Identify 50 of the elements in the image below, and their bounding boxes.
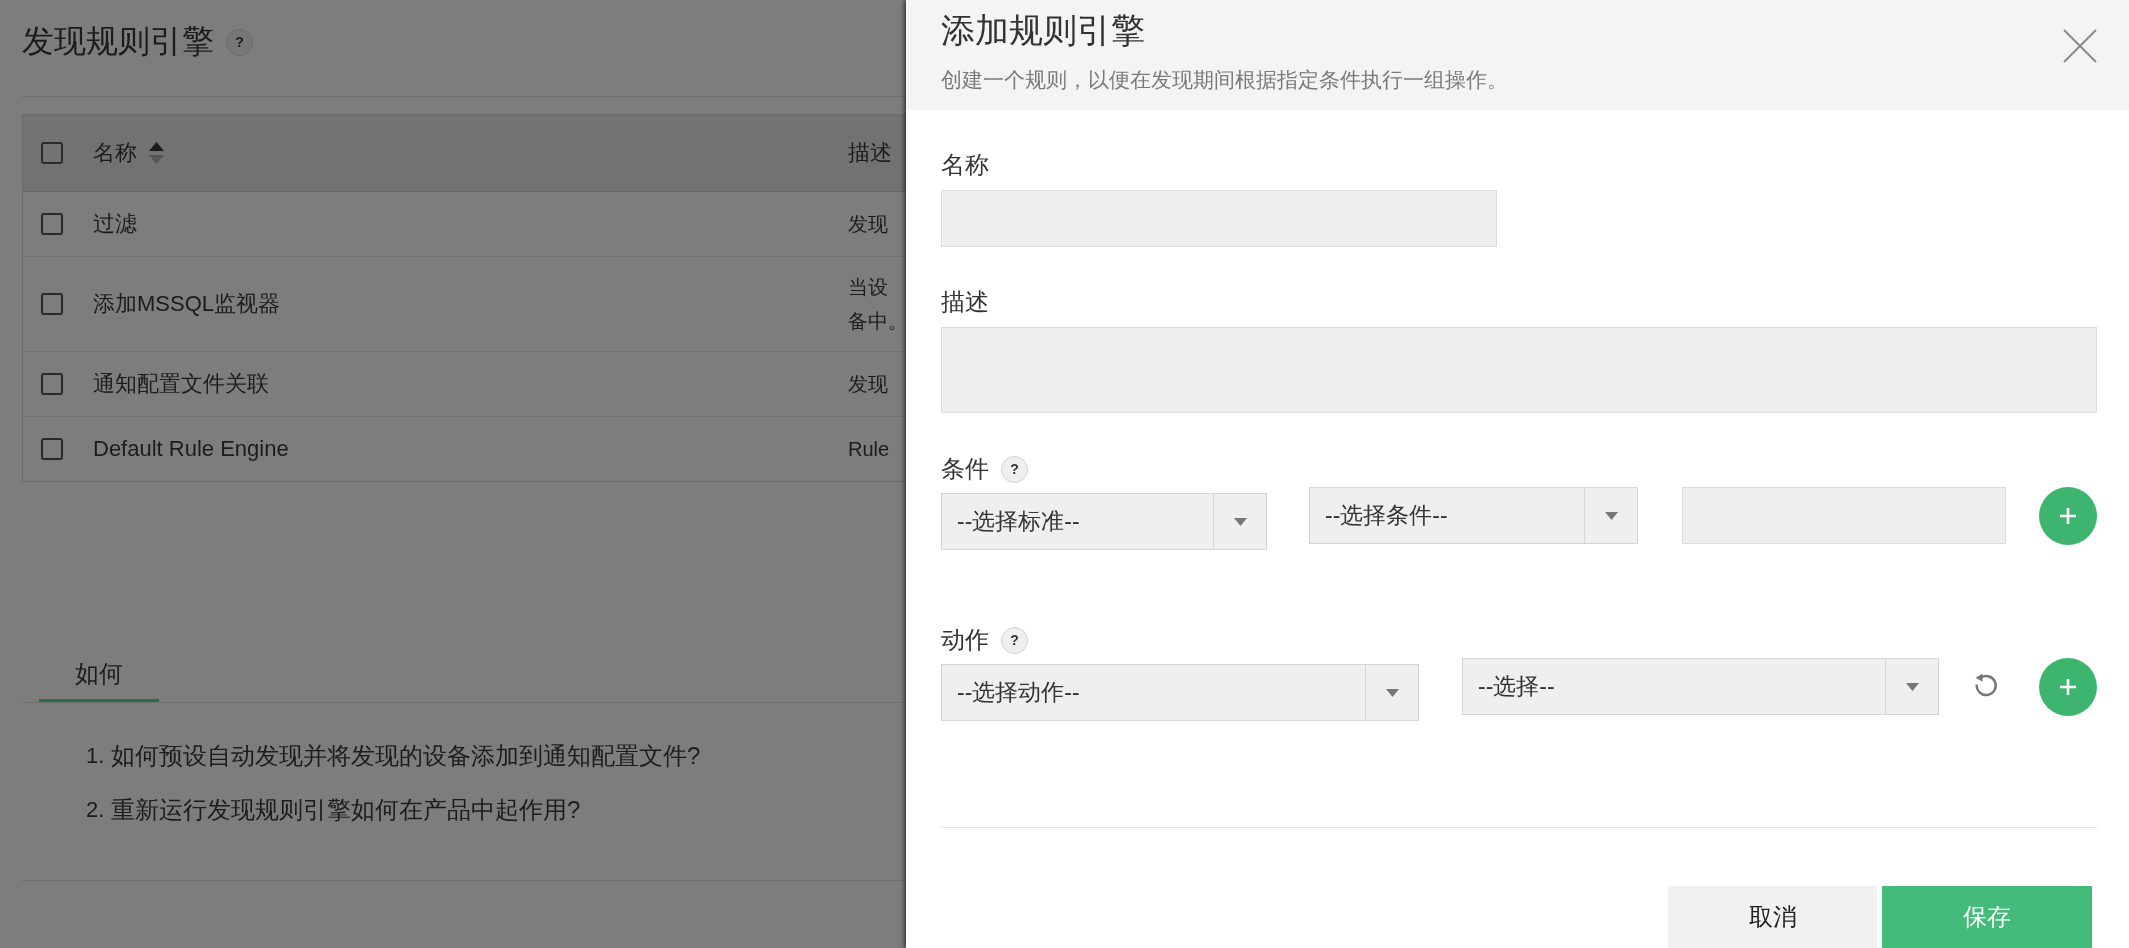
help-button[interactable]: ?: [1001, 626, 1028, 654]
dropdown[interactable]: --选择--: [1462, 658, 1939, 715]
list-number: 1.: [86, 742, 106, 770]
section-label: 条件: [941, 454, 989, 484]
caret-icon: [1385, 688, 1399, 697]
value-input[interactable]: [1682, 487, 2006, 544]
circular-arrow-icon: [1973, 673, 1999, 699]
field-label: 描述: [941, 287, 989, 317]
page-title: 发现规则引擎: [22, 22, 214, 61]
dropdown[interactable]: --选择动作--: [941, 664, 1419, 721]
textarea-field[interactable]: [941, 327, 2097, 413]
help-button[interactable]: ?: [1001, 455, 1028, 483]
table-cell-text: 过滤: [93, 210, 137, 238]
panel-title: 添加规则引擎: [941, 10, 1145, 51]
add-button[interactable]: [2039, 658, 2097, 716]
help-link[interactable]: 重新运行发现规则引擎如何在产品中起作用?: [111, 793, 581, 827]
cancel-button[interactable]: 取消: [1668, 886, 1877, 948]
checkbox[interactable]: [41, 213, 63, 235]
plus-icon: [2059, 678, 2077, 696]
add-button[interactable]: [2039, 487, 2097, 545]
dropdown[interactable]: --选择条件--: [1309, 487, 1638, 544]
checkbox[interactable]: [41, 373, 63, 395]
caret-icon: [1905, 682, 1919, 691]
help-link[interactable]: 如何预设自动发现并将发现的设备添加到通知配置文件?: [111, 739, 701, 773]
field-label: 名称: [941, 150, 989, 180]
table-cell-text: Rule: [848, 437, 890, 462]
table-cell-text: Default Rule Engine: [93, 435, 289, 463]
input-field[interactable]: [941, 190, 1497, 247]
tab[interactable]: 如何: [39, 657, 159, 702]
checkbox[interactable]: [41, 293, 63, 315]
caret-icon: [1233, 517, 1247, 526]
caret-icon: [1604, 511, 1618, 520]
table-cell-text: 当设 备中。: [848, 275, 906, 334]
checkbox[interactable]: [41, 142, 63, 164]
plus-icon: [2059, 507, 2077, 525]
table-cell-text: 发现: [848, 372, 888, 397]
checkbox[interactable]: [41, 438, 63, 460]
column-header[interactable]: 名称: [93, 138, 137, 168]
list-number: 2.: [86, 796, 106, 824]
table-cell-text: 发现: [848, 212, 888, 237]
help-button[interactable]: ?: [226, 28, 253, 56]
table-cell-text: 添加MSSQL监视器: [93, 290, 281, 318]
reset-button[interactable]: [1973, 673, 1999, 699]
table-cell-text: 通知配置文件关联: [93, 370, 269, 398]
dropdown[interactable]: --选择标准--: [941, 493, 1267, 550]
close-icon: [2063, 29, 2097, 63]
close-button[interactable]: [2063, 29, 2097, 63]
panel-subtitle: 创建一个规则，以便在发现期间根据指定条件执行一组操作。: [941, 67, 1508, 93]
column-header: 描述: [848, 139, 892, 167]
section-label: 动作: [941, 625, 989, 655]
